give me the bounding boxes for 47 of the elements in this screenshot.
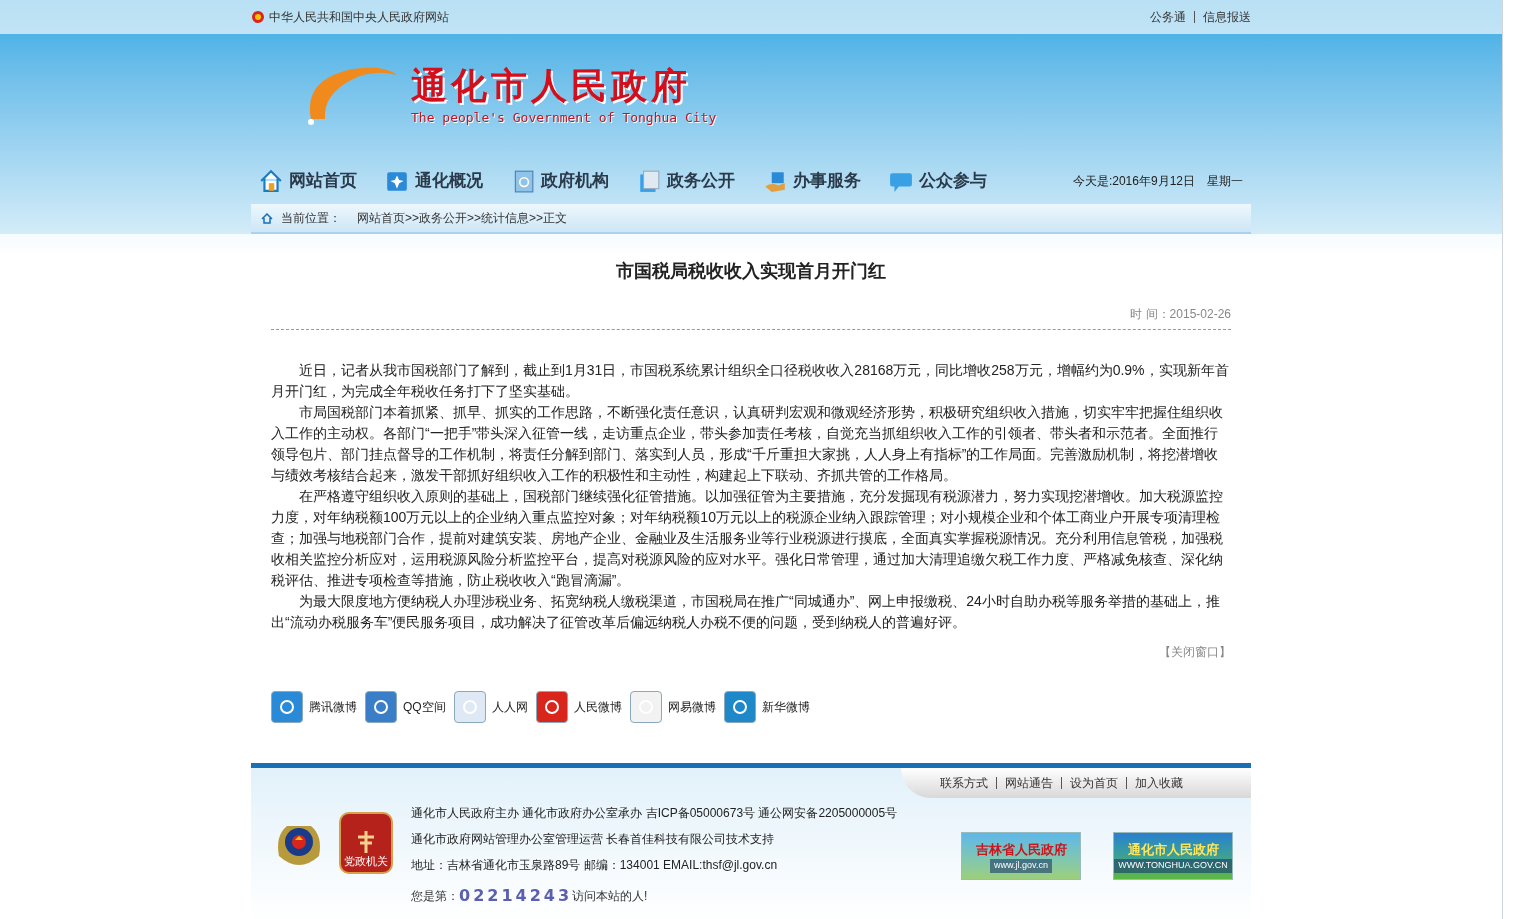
footer-link[interactable]: 加入收藏 bbox=[1126, 777, 1183, 789]
document-icon bbox=[637, 169, 661, 193]
footer-text: 地址：吉林省通化市玉泉路89号 邮编：134001 EMAIL:thsf@jl.gov.cn bbox=[411, 857, 779, 874]
home-icon bbox=[261, 212, 273, 224]
top-link[interactable]: 公务通 bbox=[1150, 8, 1186, 26]
footer-link[interactable]: 网站通告 bbox=[996, 777, 1053, 789]
breadcrumb-path: 网站首页>>政务公开>>统计信息>>正文 bbox=[357, 210, 568, 227]
site-subtitle: The people's Government of Tonghua City bbox=[411, 109, 717, 128]
nav-link[interactable]: 政府机构 bbox=[511, 168, 609, 194]
share-link[interactable]: 腾讯微博 bbox=[271, 691, 357, 723]
article-paragraph: 在严格遵守组织收入原则的基础上，国税部门继续强化征管措施。以加强征管为主要措施，充分发掘现有税源潜力，努力实现挖潜增收。加大税源监控力度，对年纳税额100万元以上的企业纳入重点监控对象；对年纳税额10万元以上的税源企业纳入跟踪管理；对小规模企业和个体工商业户开展专项清理检查；加强与地税部门合作，提前对建筑安装、房地产企业、金融业及生活服务业等行业税源进行摸底，全面真实掌握税源情况。充分利用信息管税，加强税收相关监控分析应对，运用税源风险分析监控平台，提高对税源风险的应对水平。强化日常管理，通过加大清理追缴欠税工作力度、严格减免核查、深化纳税评估、推进专项检查等措施，防止税收收入“跑冒滴漏”。 bbox=[271, 487, 1224, 590]
share-link[interactable]: QQ空间 bbox=[365, 691, 446, 723]
site-title: 通化市人民政府 bbox=[411, 64, 692, 109]
footer-text: 通化市政府网站管理办公室管理运营 长春首佳科技有限公司技术支持 bbox=[411, 831, 776, 848]
hand-icon bbox=[763, 169, 787, 193]
home-icon bbox=[259, 169, 283, 193]
weekday-text: 星期一 bbox=[1207, 173, 1243, 190]
article-paragraph: 为最大限度地方便纳税人办理涉税业务、拓宽纳税人缴税渠道，市国税局在推广“同城通办”、网上申报缴税、24小时自助办税等服务举措的基础上，推出“流动办税服务车”便民服务项目，成功解决了征管改革后偏远纳税人办税不便的问题，受到纳税人的普遍好评。 bbox=[271, 592, 1221, 632]
breadcrumb-label: 当前位置： bbox=[281, 210, 341, 227]
nav-link[interactable]: 网站首页 bbox=[259, 168, 357, 194]
emblem-icon bbox=[355, 829, 377, 855]
party-government-badge: 党政机关 bbox=[339, 812, 393, 874]
nav-link[interactable]: 政务公开 bbox=[637, 168, 735, 194]
publish-time: 时 间：2015-02-26 bbox=[1130, 306, 1231, 323]
site-banner-link[interactable]: 通化市人民政府 WWW.TONGHUA.GOV.CN bbox=[1113, 832, 1233, 880]
visitor-counter: 02214243 bbox=[459, 885, 573, 907]
nav-link[interactable]: 通化概况 bbox=[385, 168, 483, 194]
top-link[interactable]: 信息报送 bbox=[1194, 11, 1251, 23]
site-banner-link[interactable]: 吉林省人民政府 www.jl.gov.cn bbox=[961, 832, 1081, 880]
article-paragraph: 市局国税部门本着抓紧、抓早、抓实的工作思路，不断强化责任意识，认真研判宏观和微观经济形势，积极研究组织收入措施，切实牢牢把握住组织收入工作的主动权。各部门“一把手”带头深入征管一线，走访重点企业，带头参加责任考核，自觉充当抓组织收入工作的引领者、带头者和示范者。全面推行领导包片、部门挂点督导的工作机制，将责任分解到部门、落实到人员，形成“千斤重担大家挑，人人身上有指标”的工作局面。完善激励机制，将挖潜增收与绩效考核结合起来，激发干部抓好组织收入工作的积极性和主动性，构建起上下联动、齐抓共管的工作格局。 bbox=[271, 403, 1224, 485]
share-link[interactable]: 人民微博 bbox=[535, 691, 622, 723]
share-link[interactable]: 网易微博 bbox=[629, 691, 716, 723]
footer-link[interactable]: 联系方式 bbox=[940, 774, 988, 792]
share-link[interactable]: 新华微博 bbox=[723, 691, 810, 723]
nav-link[interactable]: 办事服务 bbox=[763, 168, 861, 194]
emblem-icon bbox=[251, 10, 265, 24]
site-link[interactable]: 中华人民共和国中央人民政府网站 bbox=[269, 8, 449, 26]
footer-text: 通化市人民政府主办 通化市政府办公室承办 吉ICP备05000673号 通公网安备2205000005号 bbox=[411, 805, 898, 822]
close-window-link[interactable]: 【关闭窗口】 bbox=[1159, 643, 1231, 661]
visitor-counter-suffix: 访问本站的人! bbox=[572, 888, 648, 905]
date-text: 今天是:2016年9月12日 bbox=[1072, 173, 1195, 190]
visitor-counter-label: 您是第： bbox=[411, 888, 459, 905]
nav-link[interactable]: 公众参与 bbox=[889, 168, 987, 194]
share-link[interactable]: 人人网 bbox=[453, 691, 528, 723]
article-title: 市国税局税收收入实现首月开门红 bbox=[615, 260, 887, 283]
article-paragraph: 近日，记者从我市国税部门了解到，截止到1月31日，市国税系统累计组织全口径税收收入28168万元，同比增收258万元，增幅约为0.9%，实现新年首月开门红，为完成全年税收任务打下了坚实基础。 bbox=[271, 361, 1230, 401]
footer-link[interactable]: 设为首页 bbox=[1061, 777, 1118, 789]
